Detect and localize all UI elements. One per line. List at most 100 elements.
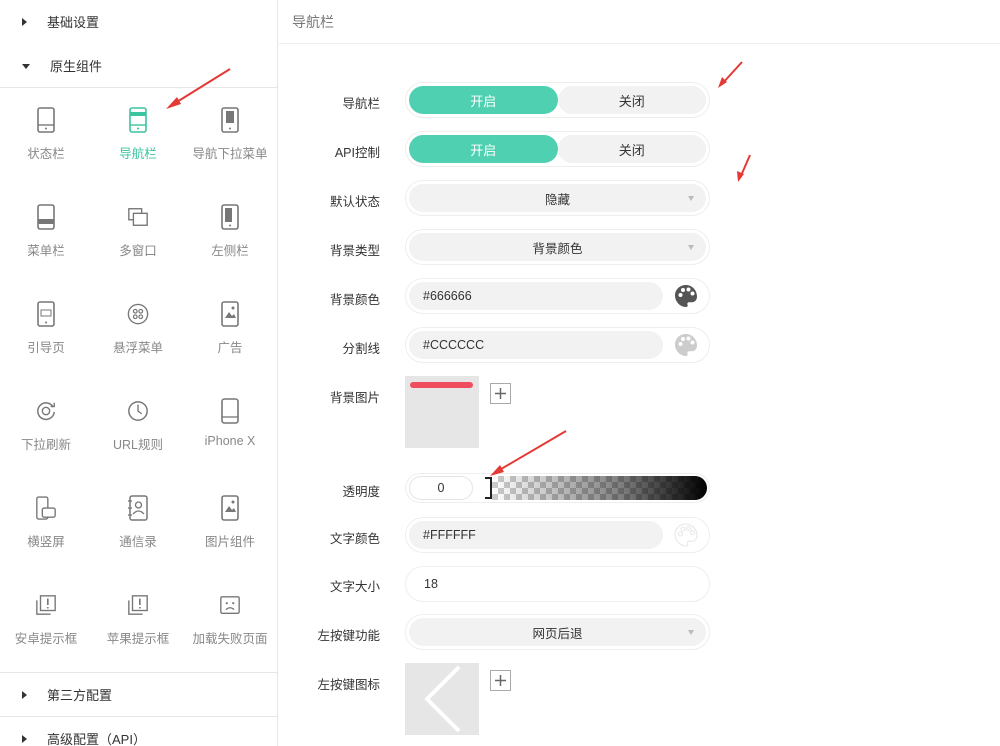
section-label: 高级配置（API） — [47, 732, 146, 746]
sidebar-item-image-component[interactable]: 图片组件 — [184, 476, 276, 573]
opacity-slider: 0 — [405, 473, 710, 503]
phone-dropdown-icon — [219, 106, 241, 134]
add-bg-image-button[interactable] — [490, 383, 511, 404]
caret-right-icon — [22, 690, 27, 699]
sidebar-item-android-alert[interactable]: 安卓提示框 — [0, 573, 92, 670]
sidebar-item-label: 横竖屏 — [27, 535, 65, 549]
caret-down-icon — [688, 630, 694, 635]
sidebar-item-label: 安卓提示框 — [14, 632, 78, 646]
divider-color-picker: #CCCCCC — [405, 327, 710, 363]
bg-image-label: 背景图片 — [329, 391, 380, 405]
sidebar-item-label: URL规则 — [112, 438, 163, 452]
palette-icon[interactable] — [672, 282, 700, 310]
back-chevron-icon — [424, 665, 461, 733]
sidebar-item-rotate-screen[interactable]: 横竖屏 — [0, 476, 92, 573]
caret-down-icon — [22, 64, 30, 69]
text-color-input[interactable]: #FFFFFF — [409, 521, 663, 549]
bg-type-select[interactable]: 背景颜色 — [405, 229, 710, 265]
divider-color-input[interactable]: #CCCCCC — [409, 331, 663, 359]
phone-icon — [35, 106, 57, 134]
caret-down-icon — [688, 196, 694, 201]
palette-icon[interactable] — [672, 521, 700, 549]
left-btn-func-select[interactable]: 网页后退 — [405, 614, 710, 650]
bg-color-picker: #666666 — [405, 278, 710, 314]
sidebar-item-guide-page[interactable]: 引导页 — [0, 282, 92, 379]
text-color-picker: #FFFFFF — [405, 517, 710, 553]
sidebar-item-contacts[interactable]: 通信录 — [92, 476, 184, 573]
refresh-icon — [35, 397, 57, 425]
sidebar-item-label: 广告 — [217, 341, 243, 355]
add-left-btn-icon-button[interactable] — [490, 670, 511, 691]
sidebar-item-label: 状态栏 — [27, 147, 65, 161]
sidebar-item-pull-refresh[interactable]: 下拉刷新 — [0, 379, 92, 476]
sidebar-item-label: 悬浮菜单 — [112, 341, 163, 355]
sidebar-item-label: 菜单栏 — [27, 244, 65, 258]
navbar-on-button[interactable]: 开启 — [409, 86, 558, 114]
left-btn-func-label: 左按键功能 — [317, 629, 380, 643]
contacts-icon — [127, 494, 149, 522]
font-size-input[interactable]: 18 — [405, 566, 710, 602]
sidebar-item-label: 加载失败页面 — [192, 632, 268, 646]
bg-type-label: 背景类型 — [329, 244, 380, 258]
section-third-party[interactable]: 第三方配置 — [0, 673, 277, 716]
sidebar-item-iphone-x[interactable]: iPhone X — [184, 379, 276, 476]
sidebar-item-multi-window[interactable]: 多窗口 — [92, 185, 184, 282]
sidebar-item-ios-alert[interactable]: 苹果提示框 — [92, 573, 184, 670]
bg-type-value: 背景颜色 — [532, 241, 583, 256]
image-bar — [410, 382, 473, 388]
section-advanced[interactable]: 高级配置（API） — [0, 717, 277, 746]
rotate-screen-icon — [35, 494, 57, 522]
plus-icon — [495, 388, 506, 399]
navbar-toggle: 开启 关闭 — [405, 82, 710, 118]
default-state-value: 隐藏 — [544, 192, 570, 207]
sidebar-item-label: 导航栏 — [119, 147, 157, 161]
sidebar-item-ad[interactable]: 广告 — [184, 282, 276, 379]
image-component-icon — [219, 494, 241, 522]
font-size-label: 文字大小 — [329, 580, 380, 594]
sidebar-item-navbar[interactable]: 导航栏 — [92, 88, 184, 185]
opacity-input[interactable]: 0 — [409, 476, 473, 500]
sidebar-item-menubar[interactable]: 菜单栏 — [0, 185, 92, 282]
left-btn-icon-preview[interactable] — [405, 663, 479, 735]
divider-label: 分割线 — [342, 342, 380, 356]
ad-icon — [219, 300, 241, 328]
caret-right-icon — [22, 17, 27, 26]
bg-color-input[interactable]: #666666 — [409, 282, 663, 310]
ios-alert-icon — [127, 591, 149, 619]
sidebar-item-label: 下拉刷新 — [20, 438, 71, 452]
caret-down-icon — [688, 245, 694, 250]
sidebar-item-load-fail[interactable]: 加载失败页面 — [184, 573, 276, 670]
divider — [279, 43, 1000, 44]
section-basic-settings[interactable]: 基础设置 — [0, 0, 277, 43]
bg-image-preview[interactable] — [405, 376, 479, 448]
sidebar-item-status-bar[interactable]: 状态栏 — [0, 88, 92, 185]
left-btn-icon-label: 左按键图标 — [317, 678, 380, 692]
sidebar-item-float-menu[interactable]: 悬浮菜单 — [92, 282, 184, 379]
opacity-track[interactable] — [492, 476, 707, 500]
sidebar-item-label: iPhone X — [204, 434, 256, 448]
sidebar-item-label: 图片组件 — [204, 535, 255, 549]
api-control-label: API控制 — [334, 146, 380, 160]
sidebar-item-nav-dropdown[interactable]: 导航下拉菜单 — [184, 88, 276, 185]
sidebar: 基础设置 原生组件 状态栏 导航栏 导航下拉菜单 菜单栏 多窗口 左侧栏 引导页… — [0, 0, 278, 746]
api-control-toggle: 开启 关闭 — [405, 131, 710, 167]
phone-navbar-icon — [127, 106, 149, 134]
palette-icon[interactable] — [672, 331, 700, 359]
left-btn-func-value: 网页后退 — [532, 626, 583, 641]
api-control-on-button[interactable]: 开启 — [409, 135, 558, 163]
api-control-off-button[interactable]: 关闭 — [557, 135, 706, 163]
navbar-label: 导航栏 — [342, 97, 380, 111]
default-state-select[interactable]: 隐藏 — [405, 180, 710, 216]
section-native-components[interactable]: 原生组件 — [0, 44, 277, 87]
bg-color-label: 背景颜色 — [329, 293, 380, 307]
multi-window-icon — [127, 203, 149, 231]
sidebar-item-left-bar[interactable]: 左侧栏 — [184, 185, 276, 282]
sidebar-item-url-rules[interactable]: URL规则 — [92, 379, 184, 476]
section-label: 原生组件 — [50, 59, 103, 74]
sidebar-item-label: 多窗口 — [119, 244, 157, 258]
navbar-off-button[interactable]: 关闭 — [557, 86, 706, 114]
phone-menubar-icon — [35, 203, 57, 231]
sidebar-item-label: 通信录 — [119, 535, 157, 549]
opacity-slider-handle[interactable] — [485, 477, 492, 499]
clock-icon — [127, 397, 149, 425]
